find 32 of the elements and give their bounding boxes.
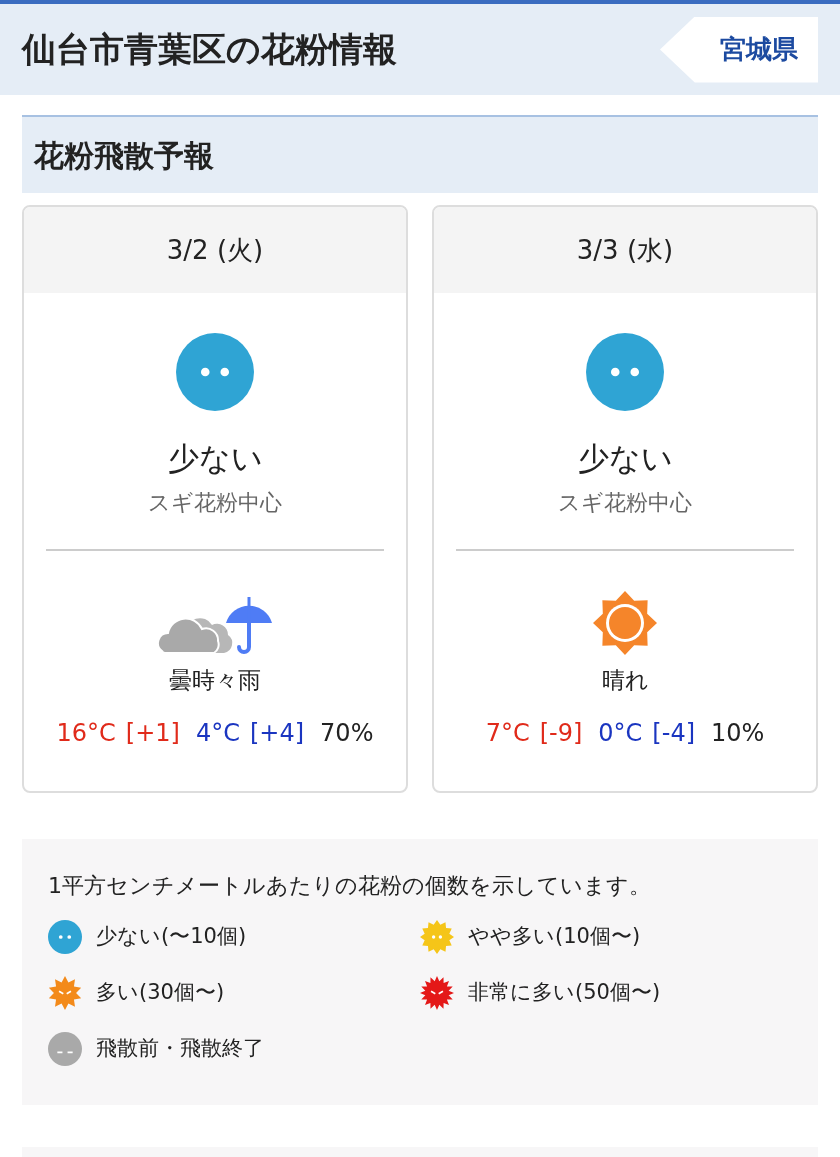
- low-temperature: 0°C: [598, 718, 643, 749]
- pollen-level: 少ない: [577, 439, 673, 478]
- weather-label: 曇時々雨: [169, 665, 261, 695]
- precipitation: 70%: [320, 718, 374, 749]
- pollen-level: 少ない: [167, 439, 263, 478]
- smiling-dot-face-icon: [586, 333, 664, 411]
- legend-label: 飛散前・飛散終了: [96, 1035, 264, 1063]
- legend-note: 1平方センチメートルあたりの花粉の個数を示しています。: [48, 872, 652, 900]
- forecast-date: 3/3 (水): [576, 233, 674, 267]
- low-temperature-change: [-4]: [652, 718, 695, 749]
- sun-icon: [593, 590, 657, 655]
- pollen-type: スギ花粉中心: [148, 488, 282, 517]
- smiling-dot-face-icon: [176, 333, 254, 411]
- prefecture-link[interactable]: 宮城県: [660, 16, 818, 83]
- legend-label: 非常に多い(50個〜): [468, 979, 661, 1007]
- dash-face-icon: [48, 1032, 82, 1066]
- high-temperature: 7°C: [485, 718, 530, 749]
- high-temperature: 16°C: [56, 718, 116, 749]
- legend-label: 少ない(〜10個): [96, 923, 247, 951]
- section-title: 花粉飛散予報: [34, 136, 214, 175]
- low-temperature-change: [+4]: [250, 718, 305, 749]
- legend-label: やや多い(10個〜): [468, 923, 641, 951]
- smiling-dot-face-icon: [48, 920, 82, 954]
- page-title: 仙台市青葉区の花粉情報: [22, 28, 397, 71]
- high-temperature-change: [+1]: [125, 718, 180, 749]
- pollen-type: スギ花粉中心: [558, 488, 692, 517]
- legend-label: 多い(30個〜): [96, 979, 225, 1007]
- precipitation: 10%: [711, 718, 765, 749]
- high-temperature-change: [-9]: [539, 718, 583, 749]
- weather-label: 晴れ: [601, 665, 649, 695]
- low-temperature: 4°C: [195, 718, 240, 749]
- forecast-date: 3/2 (火): [166, 233, 264, 267]
